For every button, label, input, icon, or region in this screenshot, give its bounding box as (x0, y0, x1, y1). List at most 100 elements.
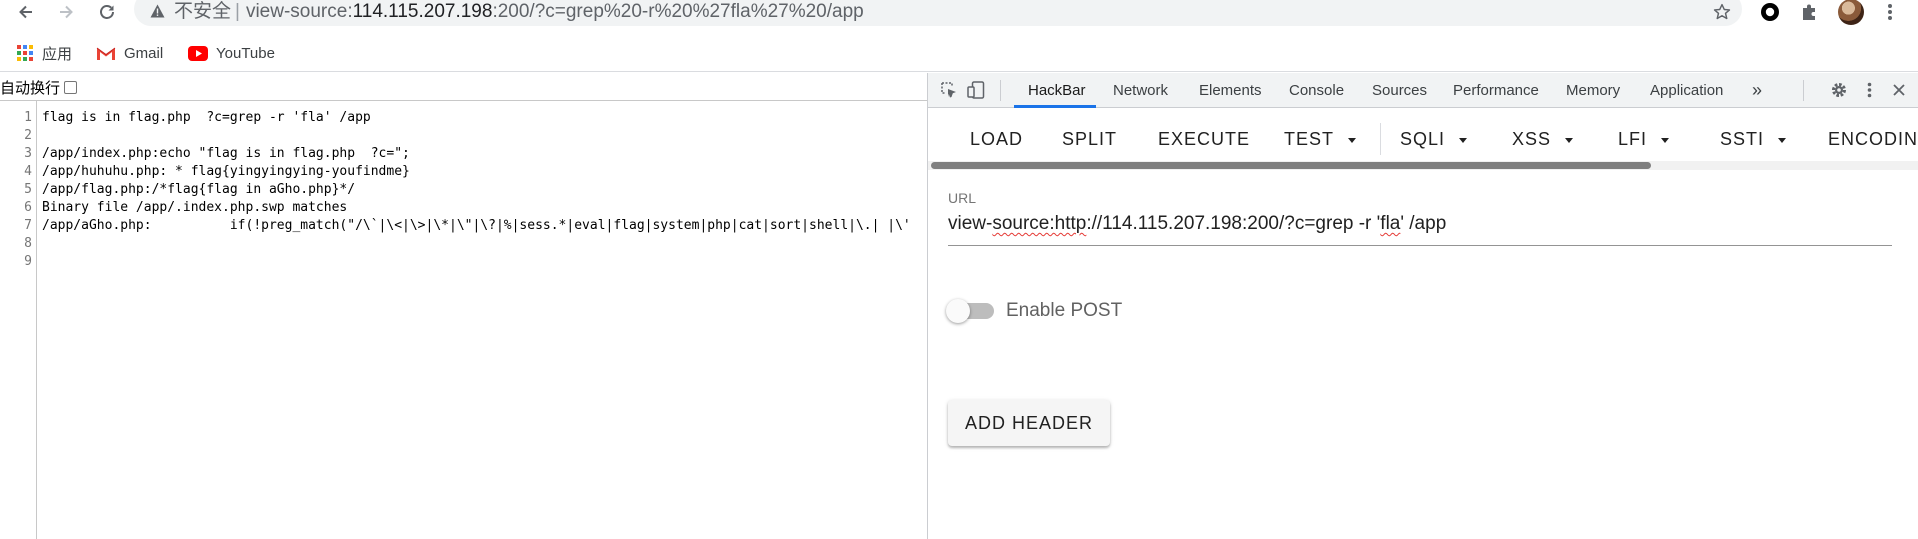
scrollbar-thumb[interactable] (931, 162, 1651, 169)
bookmark-label: 应用 (42, 45, 73, 63)
url-text-part: ' /app (1400, 213, 1447, 234)
tab-sources[interactable]: Sources (1372, 73, 1427, 108)
bookmark-youtube[interactable]: YouTube (188, 42, 275, 64)
xss-menu-label: XSS (1512, 129, 1552, 149)
forward-arrow-icon (60, 5, 73, 19)
bookmarks-bar: 应用 Gmail YouTube (0, 34, 1918, 72)
execute-button[interactable]: EXECUTE (1158, 109, 1250, 169)
source-divider (0, 100, 927, 101)
back-arrow-icon (19, 5, 32, 19)
xss-menu-button[interactable]: XSS (1512, 109, 1574, 169)
back-button[interactable] (14, 0, 38, 24)
browser-menu-button[interactable] (1878, 0, 1902, 24)
split-button[interactable]: SPLIT (1062, 109, 1117, 169)
switch-knob (946, 299, 970, 323)
tab-elements[interactable]: Elements (1199, 73, 1262, 108)
tab-performance[interactable]: Performance (1453, 73, 1539, 108)
star-icon (1713, 3, 1731, 20)
source-line: Binary file /app/.index.php.swp matches (42, 200, 348, 215)
url-text-part: view- (948, 213, 993, 234)
devtools-menu-button[interactable] (1859, 80, 1879, 100)
line-number: 6 (24, 200, 32, 215)
puzzle-icon (1803, 4, 1815, 20)
line-wrap-checkbox[interactable] (64, 80, 78, 94)
youtube-icon (188, 45, 208, 61)
apps-grid-icon (16, 44, 34, 62)
line-wrap-label: 自动换行 (0, 79, 61, 97)
line-wrap-toggle[interactable]: 自动换行 (0, 77, 78, 97)
lfi-menu-label: LFI (1618, 129, 1648, 149)
source-line: /app/index.php:echo "flag is in flag.php… (42, 146, 410, 161)
browser-toolbar: 不安全 | view-source:114.115.207.198:200/?c=g… (0, 0, 1918, 26)
devtools-panel: HackBar Network Elements Console Sources… (927, 73, 1918, 539)
load-button[interactable]: LOAD (970, 109, 1023, 169)
line-number: 7 (24, 218, 32, 233)
bookmark-gmail[interactable]: Gmail (96, 42, 163, 64)
source-line: /app/huhuhu.php: * flag{yingyingying-you… (42, 164, 410, 179)
reload-button[interactable] (95, 0, 119, 24)
more-tabs-button[interactable]: » (1752, 73, 1762, 108)
extensions-menu-button[interactable] (1796, 0, 1824, 24)
view-source-page: 自动换行 1 2 3 4 5 6 7 8 9 flag is in flag.p… (0, 73, 927, 539)
caret-down-icon (1565, 137, 1574, 143)
url-path: :200/?c=grep%20-r%20%27fla%27%20/app (492, 1, 864, 22)
gmail-icon (96, 46, 116, 61)
extension-button[interactable] (1756, 0, 1784, 24)
ssti-menu-button[interactable]: SSTI (1720, 109, 1787, 169)
sqli-menu-button[interactable]: SQLI (1400, 109, 1468, 169)
url-field-label: URL (948, 190, 977, 206)
reload-icon (100, 5, 114, 19)
bookmark-star-button[interactable] (1710, 0, 1734, 24)
caret-down-icon (1459, 137, 1468, 143)
line-number: 8 (24, 236, 32, 251)
source-line: /app/aGho.php: if(!preg_match("/\`|\<|\>… (42, 218, 911, 233)
line-number: 4 (24, 164, 32, 179)
address-text[interactable]: 不安全 | view-source:114.115.207.198:200/?c=g… (174, 0, 864, 24)
url-host: 114.115.207.198 (352, 1, 493, 22)
line-number-gutter: 1 2 3 4 5 6 7 8 9 (0, 101, 37, 539)
spellcheck-word: fla (1380, 213, 1401, 234)
line-number: 1 (24, 110, 32, 125)
forward-button[interactable] (54, 0, 78, 24)
add-header-button[interactable]: ADD HEADER (948, 400, 1110, 446)
devtools-close-button[interactable] (1889, 80, 1909, 100)
source-line: flag is in flag.php ?c=grep -r 'fla' /ap… (42, 110, 371, 125)
test-menu-button[interactable]: TEST (1284, 109, 1357, 169)
tab-network[interactable]: Network (1113, 73, 1168, 108)
security-label: 不安全 (174, 1, 232, 22)
line-number: 2 (24, 128, 32, 143)
kebab-menu-icon (1888, 4, 1892, 20)
devtools-settings-button[interactable] (1829, 80, 1849, 100)
device-toolbar-button[interactable] (966, 80, 986, 100)
lfi-menu-button[interactable]: LFI (1618, 109, 1670, 169)
bookmark-apps[interactable]: 应用 (16, 42, 72, 64)
tab-memory[interactable]: Memory (1566, 73, 1620, 108)
address-separator: | (235, 1, 240, 22)
device-icon (967, 81, 985, 99)
source-line: /app/flag.php:/*flag{flag in aGho.php}*/ (42, 182, 356, 197)
toolbar-divider (1803, 80, 1804, 101)
line-number: 9 (24, 254, 32, 269)
hackbar-horizontal-scrollbar[interactable] (928, 161, 1918, 170)
toolbar-divider (1000, 80, 1001, 101)
caret-down-icon (1778, 137, 1787, 143)
enable-post-label: Enable POST (1006, 300, 1123, 321)
inspect-cursor-icon (941, 82, 956, 98)
caret-down-icon (1661, 137, 1670, 143)
url-text-part: ://114.115.207.198:200/?c=grep -r ' (1086, 213, 1381, 234)
tab-application[interactable]: Application (1650, 73, 1723, 108)
tab-hackbar[interactable]: HackBar (1028, 73, 1086, 108)
tab-console[interactable]: Console (1289, 73, 1344, 108)
enable-post-switch[interactable] (946, 299, 994, 323)
url-field[interactable]: view-source:http://114.115.207.198:200/?… (948, 210, 1892, 246)
encoding-menu-button[interactable]: ENCODIN (1828, 109, 1918, 169)
enable-post-row: Enable POST (946, 299, 1123, 323)
url-scheme: view-source: (245, 1, 353, 22)
devtools-tabbar: HackBar Network Elements Console Sources… (928, 73, 1918, 108)
profile-avatar[interactable] (1838, 0, 1864, 25)
bookmark-label: Gmail (124, 44, 164, 62)
test-menu-label: TEST (1284, 129, 1335, 149)
not-secure-warning-icon[interactable] (148, 2, 166, 20)
kebab-menu-icon (1867, 82, 1871, 98)
inspect-element-button[interactable] (939, 80, 959, 100)
